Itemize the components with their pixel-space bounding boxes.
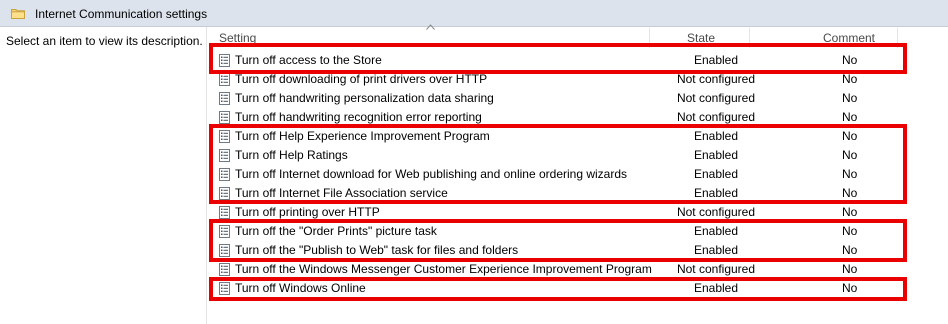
column-divider[interactable] [649,28,650,48]
policy-state: Not configured [676,91,756,105]
policy-state: Enabled [693,167,739,181]
policy-setting-icon [219,130,230,143]
policy-state: Not configured [676,72,756,86]
policy-row[interactable]: Turn off downloading of print drivers ov… [207,70,948,89]
column-divider[interactable] [897,28,898,48]
description-text: Select an item to view its description. [6,34,203,48]
policy-name: Turn off Internet download for Web publi… [235,167,628,181]
policy-setting-icon [219,149,230,162]
policy-row[interactable]: Turn off handwriting recognition error r… [207,108,948,127]
policy-comment: No [842,186,858,200]
policy-row[interactable]: Turn off Internet download for Web publi… [207,165,948,184]
column-header-comment[interactable]: Comment [823,31,875,48]
policy-name: Turn off access to the Store [235,53,382,67]
policy-state: Not configured [676,262,756,276]
policy-name: Turn off the "Publish to Web" task for f… [235,243,519,257]
policy-row[interactable]: Turn off printing over HTTP Not configure… [207,203,948,222]
policy-setting-icon [219,73,230,86]
policy-setting-icon [219,92,230,105]
policy-comment: No [842,262,858,276]
policy-setting-icon [219,263,230,276]
column-divider[interactable] [749,28,750,48]
policy-setting-icon [219,282,230,295]
policy-state: Enabled [693,243,739,257]
policy-comment: No [842,129,858,143]
policy-comment: No [842,91,858,105]
policy-row[interactable]: Turn off the Windows Messenger Customer … [207,260,948,279]
title-bar: Internet Communication settings [0,0,948,27]
column-header-setting[interactable]: Setting [219,31,256,48]
policy-comment: No [842,167,858,181]
policy-name: Turn off Windows Online [235,281,366,295]
policy-setting-icon [219,54,230,67]
column-header-state[interactable]: State [687,31,715,48]
policy-state: Enabled [693,148,739,162]
policy-row[interactable]: Turn off the "Order Prints" picture task… [207,222,948,241]
policy-setting-icon [219,187,230,200]
policy-setting-icon [219,168,230,181]
policy-row[interactable]: Turn off the "Publish to Web" task for f… [207,241,948,260]
policy-name: Turn off downloading of print drivers ov… [235,72,488,86]
column-header: Setting State Comment [207,28,948,48]
policy-name: Turn off Help Experience Improvement Pro… [235,129,490,143]
policy-comment: No [842,148,858,162]
policy-row[interactable]: Turn off Windows Online Enabled No [207,279,948,298]
policy-name: Turn off the "Order Prints" picture task [235,224,437,238]
policy-name: Turn off the Windows Messenger Customer … [235,262,652,276]
policy-comment: No [842,281,858,295]
window-title: Internet Communication settings [35,7,208,21]
description-pane: Select an item to view its description. [0,27,207,324]
policy-comment: No [842,243,858,257]
policy-comment: No [842,205,858,219]
policy-state: Not configured [676,205,756,219]
policy-name: Turn off handwriting personalization dat… [235,91,494,105]
policy-state: Enabled [693,186,739,200]
policy-name: Turn off printing over HTTP [235,205,380,219]
policy-setting-icon [219,111,230,124]
policy-setting-icon [219,225,230,238]
policy-setting-icon [219,244,230,257]
policy-row[interactable]: Turn off access to the Store Enabled No [207,51,948,70]
policy-name: Turn off Internet File Association servi… [235,186,448,200]
policy-state: Not configured [676,110,756,124]
policy-row[interactable]: Turn off Help Ratings Enabled No [207,146,948,165]
policy-name: Turn off Help Ratings [235,148,348,162]
folder-icon [11,9,25,19]
policy-row[interactable]: Turn off handwriting personalization dat… [207,89,948,108]
policy-setting-icon [219,206,230,219]
policy-row[interactable]: Turn off Internet File Association servi… [207,184,948,203]
policy-comment: No [842,224,858,238]
policy-row[interactable]: Turn off Help Experience Improvement Pro… [207,127,948,146]
policy-state: Enabled [693,224,739,238]
policy-state: Enabled [693,281,739,295]
policy-state: Enabled [693,129,739,143]
policy-comment: No [842,110,858,124]
policy-comment: No [842,53,858,67]
policy-state: Enabled [693,53,739,67]
policy-name: Turn off handwriting recognition error r… [235,110,482,124]
policy-comment: No [842,72,858,86]
